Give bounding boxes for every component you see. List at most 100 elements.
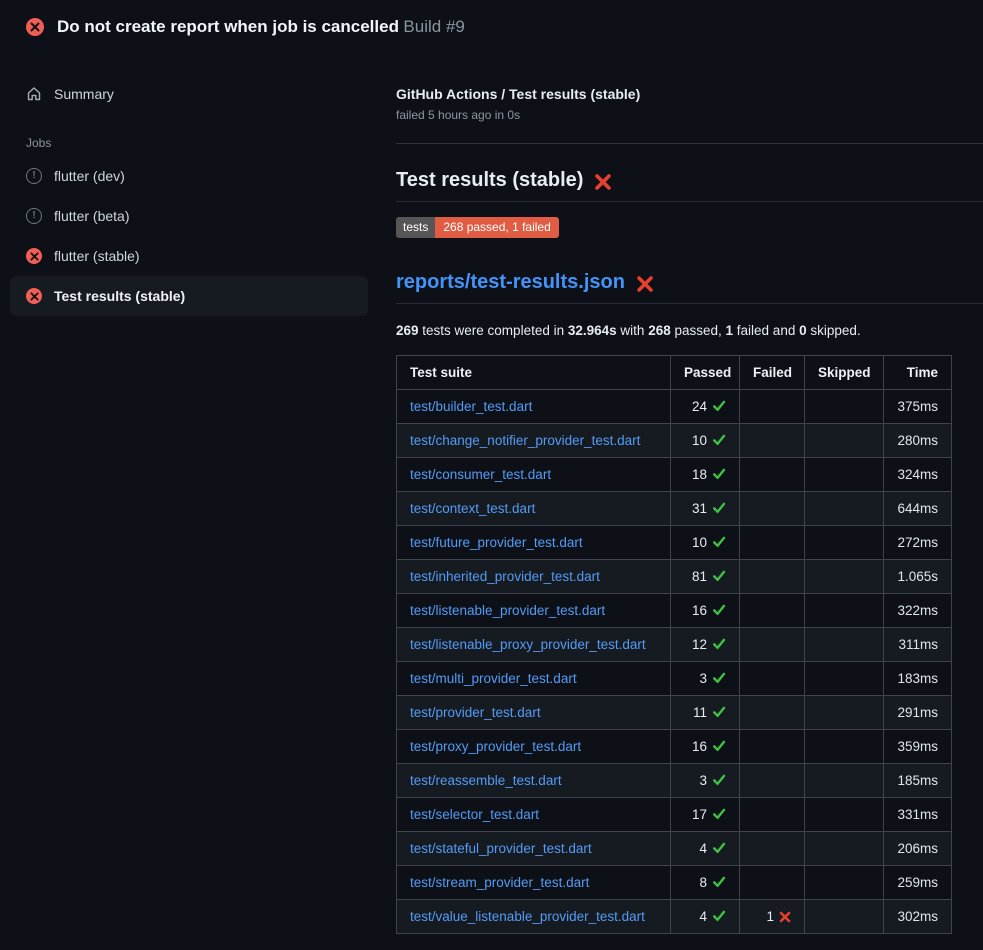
- time-cell: 359ms: [884, 730, 952, 764]
- test-suite-cell: test/inherited_provider_test.dart: [397, 560, 671, 594]
- passed-count: 16: [692, 739, 707, 754]
- table-row: test/reassemble_test.dart 3 185ms: [397, 764, 952, 798]
- check-run-header: Do not create report when job is cancell…: [0, 0, 983, 50]
- passed-count-cell: 81: [671, 560, 740, 594]
- failed-count-cell: [740, 492, 805, 526]
- sidebar-item-label: flutter (stable): [54, 248, 140, 264]
- badge-label: tests: [396, 217, 435, 238]
- divider: [396, 143, 983, 144]
- section-title: Test results (stable): [396, 169, 583, 192]
- test-suite-link[interactable]: test/stream_provider_test.dart: [410, 875, 589, 890]
- test-suite-cell: test/context_test.dart: [397, 492, 671, 526]
- passed-count: 11: [693, 705, 707, 720]
- breadcrumb: GitHub Actions / Test results (stable): [396, 86, 983, 102]
- sidebar-item-label: flutter (dev): [54, 168, 125, 184]
- skipped-count-cell: [805, 526, 884, 560]
- time-cell: 322ms: [884, 594, 952, 628]
- table-row: test/stateful_provider_test.dart 4 206ms: [397, 832, 952, 866]
- test-suite-cell: test/listenable_provider_test.dart: [397, 594, 671, 628]
- test-suite-link[interactable]: test/future_provider_test.dart: [410, 535, 583, 550]
- failed-count-cell: [740, 628, 805, 662]
- test-suite-cell: test/future_provider_test.dart: [397, 526, 671, 560]
- x-circle-icon: [26, 288, 42, 304]
- skipped-count-cell: [805, 662, 884, 696]
- failed-count-cell: [740, 594, 805, 628]
- table-row: test/listenable_proxy_provider_test.dart…: [397, 628, 952, 662]
- report-file-link[interactable]: reports/test-results.json: [396, 271, 625, 294]
- run-meta-text: failed 5 hours ago in 0s: [396, 108, 983, 122]
- test-suite-link[interactable]: test/provider_test.dart: [410, 705, 541, 720]
- test-suite-link[interactable]: test/reassemble_test.dart: [410, 773, 562, 788]
- cross-mark-icon: [636, 275, 654, 293]
- test-suite-cell: test/stream_provider_test.dart: [397, 866, 671, 900]
- passed-count: 8: [699, 875, 707, 890]
- test-suite-link[interactable]: test/stateful_provider_test.dart: [410, 841, 592, 856]
- test-suite-link[interactable]: test/proxy_provider_test.dart: [410, 739, 581, 754]
- passed-count: 4: [699, 841, 707, 856]
- sidebar-item-test-results-stable[interactable]: Test results (stable): [10, 276, 368, 316]
- test-suite-cell: test/provider_test.dart: [397, 696, 671, 730]
- time-cell: 280ms: [884, 424, 952, 458]
- sidebar-item-flutter-dev[interactable]: !flutter (dev): [10, 156, 368, 196]
- table-row: test/listenable_provider_test.dart16322m…: [397, 594, 952, 628]
- sidebar: Summary Jobs !flutter (dev)!flutter (bet…: [0, 50, 396, 316]
- sidebar-summary-label: Summary: [54, 86, 114, 102]
- test-suite-link[interactable]: test/change_notifier_provider_test.dart: [410, 433, 640, 448]
- column-header-time: Time: [884, 356, 952, 390]
- skipped-count-cell: [805, 866, 884, 900]
- sidebar-item-flutter-stable[interactable]: flutter (stable): [10, 236, 368, 276]
- table-row: test/proxy_provider_test.dart 16 359ms: [397, 730, 952, 764]
- failed-count-cell: [740, 560, 805, 594]
- test-suite-link[interactable]: test/builder_test.dart: [410, 399, 532, 414]
- failed-count: 1: [766, 909, 774, 924]
- test-suite-link[interactable]: test/inherited_provider_test.dart: [410, 569, 600, 584]
- sidebar-item-flutter-beta[interactable]: !flutter (beta): [10, 196, 368, 236]
- test-suite-cell: test/value_listenable_provider_test.dart: [397, 900, 671, 934]
- test-suite-link[interactable]: test/selector_test.dart: [410, 807, 539, 822]
- skipped-count-cell: [805, 764, 884, 798]
- test-suite-link[interactable]: test/listenable_provider_test.dart: [410, 603, 605, 618]
- table-row: test/builder_test.dart24375ms: [397, 390, 952, 424]
- test-suite-link[interactable]: test/listenable_proxy_provider_test.dart: [410, 637, 646, 652]
- failed-count-cell: [740, 798, 805, 832]
- time-cell: 302ms: [884, 900, 952, 934]
- failed-count-cell: [740, 696, 805, 730]
- passed-count: 12: [692, 637, 707, 652]
- time-cell: 644ms: [884, 492, 952, 526]
- test-suite-link[interactable]: test/value_listenable_provider_test.dart: [410, 909, 645, 924]
- table-row: test/inherited_provider_test.dart 81 1.065…: [397, 560, 952, 594]
- passed-count-cell: 10: [671, 526, 740, 560]
- passed-count-cell: 4: [671, 900, 740, 934]
- time-cell: 206ms: [884, 832, 952, 866]
- time-cell: 1.065s: [884, 560, 952, 594]
- column-header-failed: Failed: [740, 356, 805, 390]
- failed-count-cell: [740, 662, 805, 696]
- time-cell: 331ms: [884, 798, 952, 832]
- sidebar-item-summary[interactable]: Summary: [10, 74, 368, 114]
- time-cell: 272ms: [884, 526, 952, 560]
- column-header-skipped: Skipped: [805, 356, 884, 390]
- skipped-count-cell: [805, 696, 884, 730]
- test-suite-cell: test/stateful_provider_test.dart: [397, 832, 671, 866]
- passed-count: 3: [699, 773, 707, 788]
- skipped-count-cell: [805, 832, 884, 866]
- passed-count-cell: 31: [671, 492, 740, 526]
- passed-count: 24: [692, 399, 707, 414]
- time-cell: 185ms: [884, 764, 952, 798]
- passed-count: 31: [692, 501, 707, 516]
- test-suite-link[interactable]: test/consumer_test.dart: [410, 467, 551, 482]
- tests-badge: tests 268 passed, 1 failed: [396, 217, 559, 238]
- test-suite-link[interactable]: test/multi_provider_test.dart: [410, 671, 577, 686]
- failed-count-cell: [740, 458, 805, 492]
- passed-count-cell: 10: [671, 424, 740, 458]
- sidebar-item-label: flutter (beta): [54, 208, 129, 224]
- table-header-row: Test suitePassedFailedSkippedTime: [397, 356, 952, 390]
- failed-status-icon: [26, 18, 44, 36]
- failed-count-cell: [740, 832, 805, 866]
- failed-count-cell: [740, 390, 805, 424]
- home-icon: [26, 86, 42, 102]
- failed-count-cell: [740, 730, 805, 764]
- test-suite-link[interactable]: test/context_test.dart: [410, 501, 535, 516]
- test-suite-cell: test/multi_provider_test.dart: [397, 662, 671, 696]
- results-summary-text: 269 tests were completed in 32.964s with…: [396, 323, 983, 338]
